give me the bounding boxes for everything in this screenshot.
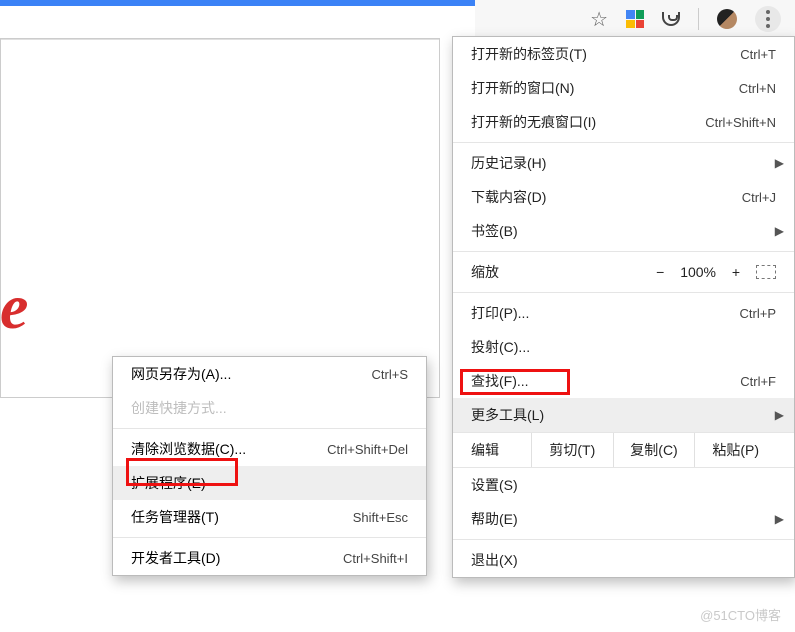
submenu-create-shortcut: 创建快捷方式... [113, 391, 426, 425]
active-tab-indicator [0, 0, 520, 6]
zoom-value: 100% [680, 264, 716, 280]
chrome-main-menu: 打开新的标签页(T)Ctrl+T 打开新的窗口(N)Ctrl+N 打开新的无痕窗… [452, 36, 795, 578]
fullscreen-icon[interactable] [756, 265, 776, 279]
menu-more-tools[interactable]: 更多工具(L)▶ [453, 398, 794, 432]
toolbar-divider [698, 8, 699, 30]
menu-zoom-row: 缩放 − 100% + [453, 255, 794, 289]
submenu-save-as[interactable]: 网页另存为(A)...Ctrl+S [113, 357, 426, 391]
pocket-icon[interactable] [662, 12, 680, 26]
chevron-right-icon: ▶ [775, 512, 784, 526]
submenu-task-manager[interactable]: 任务管理器(T)Shift+Esc [113, 500, 426, 534]
menu-separator [453, 292, 794, 293]
zoom-in-button[interactable]: + [730, 264, 742, 280]
edit-paste-button[interactable]: 粘贴(P) [694, 433, 776, 467]
profile-avatar[interactable] [717, 9, 737, 29]
submenu-dev-tools[interactable]: 开发者工具(D)Ctrl+Shift+I [113, 541, 426, 575]
bookmark-star-icon[interactable]: ☆ [590, 7, 608, 32]
menu-separator [453, 539, 794, 540]
submenu-clear-data[interactable]: 清除浏览数据(C)...Ctrl+Shift+Del [113, 432, 426, 466]
menu-bookmarks[interactable]: 书签(B)▶ [453, 214, 794, 248]
menu-edit-row: 编辑 剪切(T) 复制(C) 粘贴(P) [453, 432, 794, 468]
menu-help[interactable]: 帮助(E)▶ [453, 502, 794, 536]
chevron-right-icon: ▶ [775, 224, 784, 238]
menu-settings[interactable]: 设置(S) [453, 468, 794, 502]
menu-new-tab[interactable]: 打开新的标签页(T)Ctrl+T [453, 37, 794, 71]
menu-separator [113, 537, 426, 538]
edit-copy-button[interactable]: 复制(C) [613, 433, 695, 467]
watermark-text: @51CTO博客 [700, 605, 781, 624]
menu-downloads[interactable]: 下载内容(D)Ctrl+J [453, 180, 794, 214]
browser-toolbar: ☆ [475, 0, 795, 38]
menu-incognito[interactable]: 打开新的无痕窗口(I)Ctrl+Shift+N [453, 105, 794, 139]
menu-new-window[interactable]: 打开新的窗口(N)Ctrl+N [453, 71, 794, 105]
menu-exit[interactable]: 退出(X) [453, 543, 794, 577]
menu-cast[interactable]: 投射(C)... [453, 330, 794, 364]
chevron-right-icon: ▶ [775, 156, 784, 170]
menu-history[interactable]: 历史记录(H)▶ [453, 146, 794, 180]
menu-print[interactable]: 打印(P)...Ctrl+P [453, 296, 794, 330]
extension-icon-colorgrid[interactable] [626, 10, 644, 28]
menu-separator [113, 428, 426, 429]
chevron-right-icon: ▶ [775, 408, 784, 422]
page-content-area [0, 38, 440, 398]
page-logo-fragment: e [0, 270, 28, 344]
edit-cut-button[interactable]: 剪切(T) [531, 433, 613, 467]
menu-separator [453, 251, 794, 252]
more-tools-submenu: 网页另存为(A)...Ctrl+S 创建快捷方式... 清除浏览数据(C)...… [112, 356, 427, 576]
menu-separator [453, 142, 794, 143]
edit-label: 编辑 [471, 440, 531, 460]
kebab-menu-icon[interactable] [755, 6, 781, 32]
submenu-extensions[interactable]: 扩展程序(E) [113, 466, 426, 500]
menu-find[interactable]: 查找(F)...Ctrl+F [453, 364, 794, 398]
zoom-out-button[interactable]: − [654, 264, 666, 280]
